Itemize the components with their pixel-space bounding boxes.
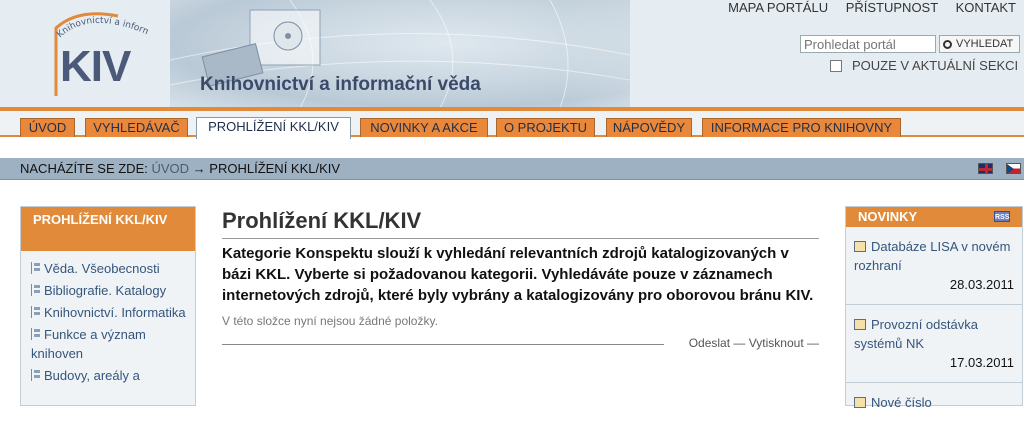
tree-icon: [31, 328, 41, 340]
checkbox[interactable]: [830, 59, 842, 72]
category-list: Věda. Všeobecnosti Bibliografie. Katalog…: [21, 251, 195, 385]
search-button[interactable]: VYHLEDAT: [939, 35, 1020, 53]
news-portlet-title: NOVINKY: [858, 209, 918, 224]
search-icon: [943, 39, 952, 49]
site-map-link[interactable]: MAPA PORTÁLU: [728, 0, 828, 15]
document-actions: Odeslat — Vytisknout —: [222, 336, 819, 352]
news-portlet-header: NOVINKY RSS: [846, 207, 1022, 227]
news-item-link[interactable]: Databáze LISA v novém rozhraní: [854, 237, 1014, 275]
news-item: Databáze LISA v novém rozhraní 28.03.201…: [846, 227, 1022, 305]
breadcrumb-arrow: →: [192, 161, 206, 176]
send-link[interactable]: Odeslat: [689, 336, 730, 350]
news-portlet: NOVINKY RSS Databáze LISA v novém rozhra…: [845, 206, 1023, 410]
news-item-date: 28.03.2011: [949, 277, 1014, 292]
search-input[interactable]: [800, 35, 936, 53]
news-icon: [854, 241, 866, 252]
contact-link[interactable]: KONTAKT: [956, 0, 1016, 15]
page-title: Prohlížení KKL/KIV: [222, 206, 819, 239]
logo-text: KIV: [60, 42, 131, 91]
print-link[interactable]: Vytisknout: [749, 336, 804, 350]
news-item-link[interactable]: Provozní odstávka systémů NK: [854, 315, 1014, 353]
tab-o-projektu[interactable]: O PROJEKTU: [496, 118, 595, 137]
breadcrumb-home-link[interactable]: ÚVOD: [151, 161, 189, 176]
separator: —: [733, 336, 746, 350]
accessibility-link[interactable]: PŘÍSTUPNOST: [846, 0, 938, 15]
tab-prohlizeni[interactable]: PROHLÍŽENÍ KKL/KIV: [196, 117, 351, 139]
tree-icon: [31, 284, 41, 296]
separator: —: [807, 336, 819, 350]
tab-informace-pro-knihovny[interactable]: INFORMACE PRO KNIHOVNY: [702, 118, 901, 137]
breadcrumb-current: PROHLÍŽENÍ KKL/KIV: [209, 161, 341, 176]
site-logo[interactable]: Knihovnictví a informační věda KIV: [20, 4, 180, 104]
tab-napovedy[interactable]: NÁPOVĚDY: [606, 118, 692, 137]
site-header: Knihovnictví a informační věda KIV Kniho…: [0, 0, 1024, 108]
tree-icon: [31, 306, 41, 318]
browse-portlet: PROHLÍŽENÍ KKL/KIV Věda. Všeobecnosti Bi…: [20, 206, 196, 406]
news-icon: [854, 319, 866, 330]
rss-icon[interactable]: RSS: [994, 211, 1010, 222]
browse-portlet-title: PROHLÍŽENÍ KKL/KIV: [21, 207, 195, 251]
current-section-checkbox[interactable]: POUZE V AKTUÁLNÍ SEKCI: [830, 58, 1018, 73]
site-title: Knihovnictví a informační věda: [200, 74, 481, 95]
category-item[interactable]: Funkce a význam knihoven: [31, 325, 195, 363]
top-links: MAPA PORTÁLU PŘÍSTUPNOST KONTAKT: [714, 0, 1016, 15]
page-description: Kategorie Konspektu slouží k vyhledání r…: [222, 245, 814, 304]
tab-uvod[interactable]: ÚVOD: [20, 118, 75, 137]
news-item: Nové číslo: [846, 383, 1022, 422]
current-section-label: POUZE V AKTUÁLNÍ SEKCI: [852, 58, 1019, 73]
main-nav: ÚVOD VYHLEDÁVAČ PROHLÍŽENÍ KKL/KIV NOVIN…: [0, 111, 1024, 139]
breadcrumb: NACHÁZÍTE SE ZDE: ÚVOD → PROHLÍŽENÍ KKL/…: [0, 158, 1024, 180]
news-item-date: 17.03.2011: [949, 355, 1014, 370]
english-flag-icon[interactable]: [978, 163, 993, 174]
category-item[interactable]: Bibliografie. Katalogy: [31, 281, 195, 300]
tree-icon: [31, 369, 41, 381]
category-item[interactable]: Věda. Všeobecnosti: [31, 259, 195, 278]
breadcrumb-prefix: NACHÁZÍTE SE ZDE:: [20, 161, 148, 176]
divider: [222, 344, 664, 345]
tree-icon: [31, 262, 41, 274]
empty-folder-note: V této složce nyní nejsou žádné položky.: [222, 314, 438, 328]
tab-vyhledavac[interactable]: VYHLEDÁVAČ: [85, 118, 188, 137]
news-item-link[interactable]: Nové číslo: [854, 393, 1014, 412]
news-icon: [854, 397, 866, 408]
main-content: Prohlížení KKL/KIV Kategorie Konspektu s…: [222, 206, 819, 352]
czech-flag-icon[interactable]: [1006, 163, 1021, 174]
search-button-label: VYHLEDAT: [956, 38, 1014, 50]
news-item: Provozní odstávka systémů NK 17.03.2011: [846, 305, 1022, 383]
category-item[interactable]: Knihovnictví. Informatika: [31, 303, 195, 322]
category-item[interactable]: Budovy, areály a: [31, 366, 195, 385]
tab-novinky-a-akce[interactable]: NOVINKY A AKCE: [360, 118, 488, 137]
